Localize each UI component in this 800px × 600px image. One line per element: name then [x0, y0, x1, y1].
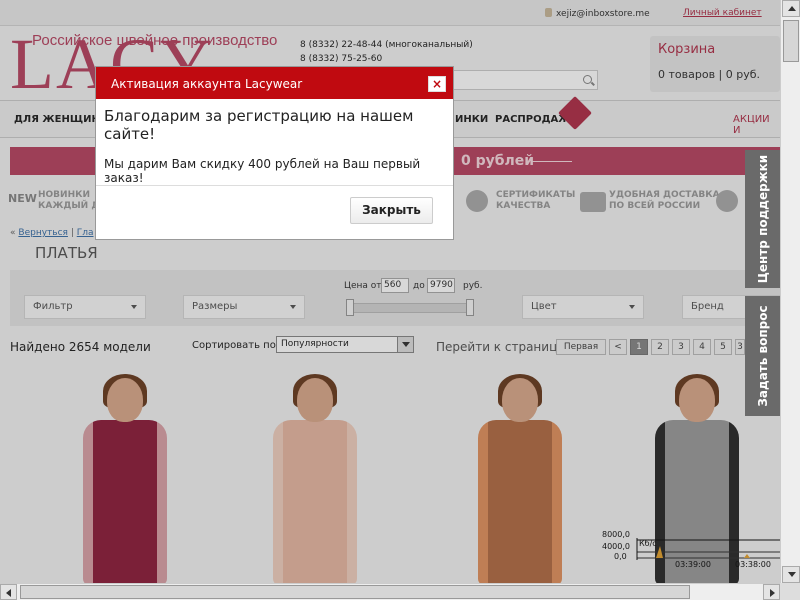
- support-center-label: Центр поддержки: [755, 154, 770, 284]
- modal-message-thanks: Благодарим за регистрацию на нашем сайте…: [104, 107, 414, 143]
- modal-message-discount: Мы дарим Вам скидку 400 рублей на Ваш пе…: [104, 157, 421, 185]
- modal-title: Активация аккаунта Lacywear: [111, 77, 303, 91]
- support-center-tab[interactable]: Центр поддержки: [745, 150, 780, 288]
- scroll-left-icon[interactable]: [0, 584, 17, 600]
- scroll-down-icon[interactable]: [782, 566, 800, 583]
- activation-modal: Активация аккаунта Lacywear × Благодарим…: [95, 66, 454, 240]
- close-icon[interactable]: ×: [428, 76, 446, 92]
- scroll-up-icon[interactable]: [782, 0, 800, 17]
- ask-question-tab[interactable]: Задать вопрос: [745, 296, 780, 416]
- horizontal-scroll-thumb[interactable]: [20, 585, 690, 599]
- modal-divider: [96, 185, 453, 186]
- scroll-right-icon[interactable]: [763, 584, 780, 600]
- ask-question-label: Задать вопрос: [755, 305, 770, 407]
- vertical-scrollbar[interactable]: [780, 0, 800, 583]
- scrollbar-corner: [780, 583, 800, 600]
- vertical-scroll-thumb[interactable]: [783, 20, 799, 62]
- modal-header: Активация аккаунта Lacywear ×: [96, 67, 453, 99]
- horizontal-scrollbar[interactable]: [0, 583, 780, 600]
- close-button[interactable]: Закрыть: [350, 197, 433, 224]
